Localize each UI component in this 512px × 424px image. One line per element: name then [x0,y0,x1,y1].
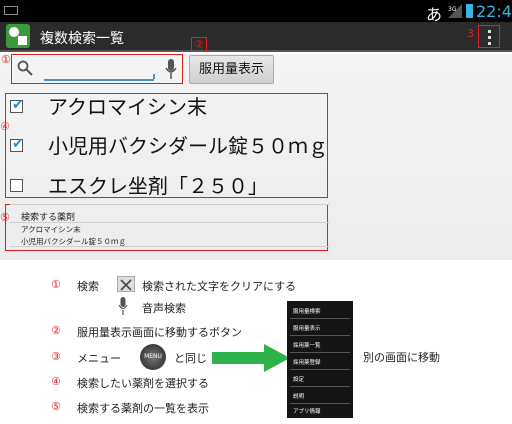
marker-3: 3 [467,27,474,40]
marker-1: ① [1,53,11,66]
legend-num-1: ① [51,278,61,291]
search-input[interactable] [44,59,154,80]
drug-name: アクロマイシン末 [48,95,207,119]
network-label: 3G [448,6,457,13]
menu-item: 服用量表示 [293,326,321,332]
drug-name: エスクレ坐剤「２５０」 [48,174,268,198]
marker-5: ⑤ [0,211,10,224]
options-menu-preview: 服用量検索 服用量表示 採用薬一覧 採用薬登録 設定 説明 アプリ情報 [287,301,353,418]
selected-drug-item: アクロマイシン末 [21,225,81,234]
menu-item: アプリ情報 [293,409,321,415]
legend-num-4: ④ [51,375,61,388]
divider [10,204,330,205]
annotation-box-menu [478,25,500,48]
voice-search-icon [118,297,128,315]
signal-icon: 3G [448,4,462,18]
legend-text-4: 検索したい薬剤を選択する [77,377,209,390]
menu-key-icon: MENU [140,344,166,370]
menu-item: 設定 [293,377,305,383]
drug-row[interactable]: ✔ アクロマイシン末 [8,88,328,124]
other-screen-note: 別の画面に移動 [363,351,440,364]
legend-text-3b: と同じ [174,352,207,365]
menu-item: 採用薬一覧 [293,343,321,349]
clear-icon [117,276,135,292]
legend-num-5: ⑤ [51,400,61,413]
drug-name: 小児用バクシダール錠５０ｍｇ [48,134,328,158]
search-input-wrapper [44,59,155,81]
page-title: 複数検索一覧 [40,31,124,47]
arrow-right-icon [212,344,290,372]
drug-checkbox[interactable]: ✔ [10,136,24,152]
search-icon[interactable] [17,60,33,76]
marker-2: ② [191,37,207,52]
drug-checkbox[interactable]: ✔ [10,97,24,113]
app-logo-icon [6,24,30,48]
legend-text-1: 検索 [77,280,99,293]
check-icon: ✔ [12,97,24,113]
check-icon: ✔ [12,136,24,152]
status-bar: あ 3G 22:42 [0,0,512,24]
clock: 22:42 [476,2,512,21]
legend-text-5: 検索する薬剤の一覧を表示 [77,402,209,415]
legend-text-2: 服用量表示画面に移動するボタン [77,326,242,339]
menu-item: 服用量検索 [293,309,321,315]
legend-text-1b: 検索された文字をクリアにする [142,280,297,293]
action-bar: 複数検索一覧 [0,22,512,52]
drug-row[interactable]: エスクレ坐剤「２５０」 [8,167,328,203]
divider [10,222,330,223]
legend-text-voice: 音声検索 [142,302,186,315]
menu-item: 採用薬登録 [293,360,321,366]
legend-text-3: メニュー [77,352,121,365]
drug-row[interactable]: ✔ 小児用バクシダール錠５０ｍｇ [8,127,328,163]
legend-num-3: ③ [51,350,61,363]
battery-icon [466,4,473,18]
dose-display-button[interactable]: 服用量表示 [189,55,274,84]
keyboard-icon [4,6,18,15]
microphone-icon[interactable] [165,58,177,80]
legend-num-2: ② [51,324,61,337]
divider [10,246,330,247]
menu-item: 説明 [293,394,305,400]
drug-checkbox[interactable] [10,179,23,192]
